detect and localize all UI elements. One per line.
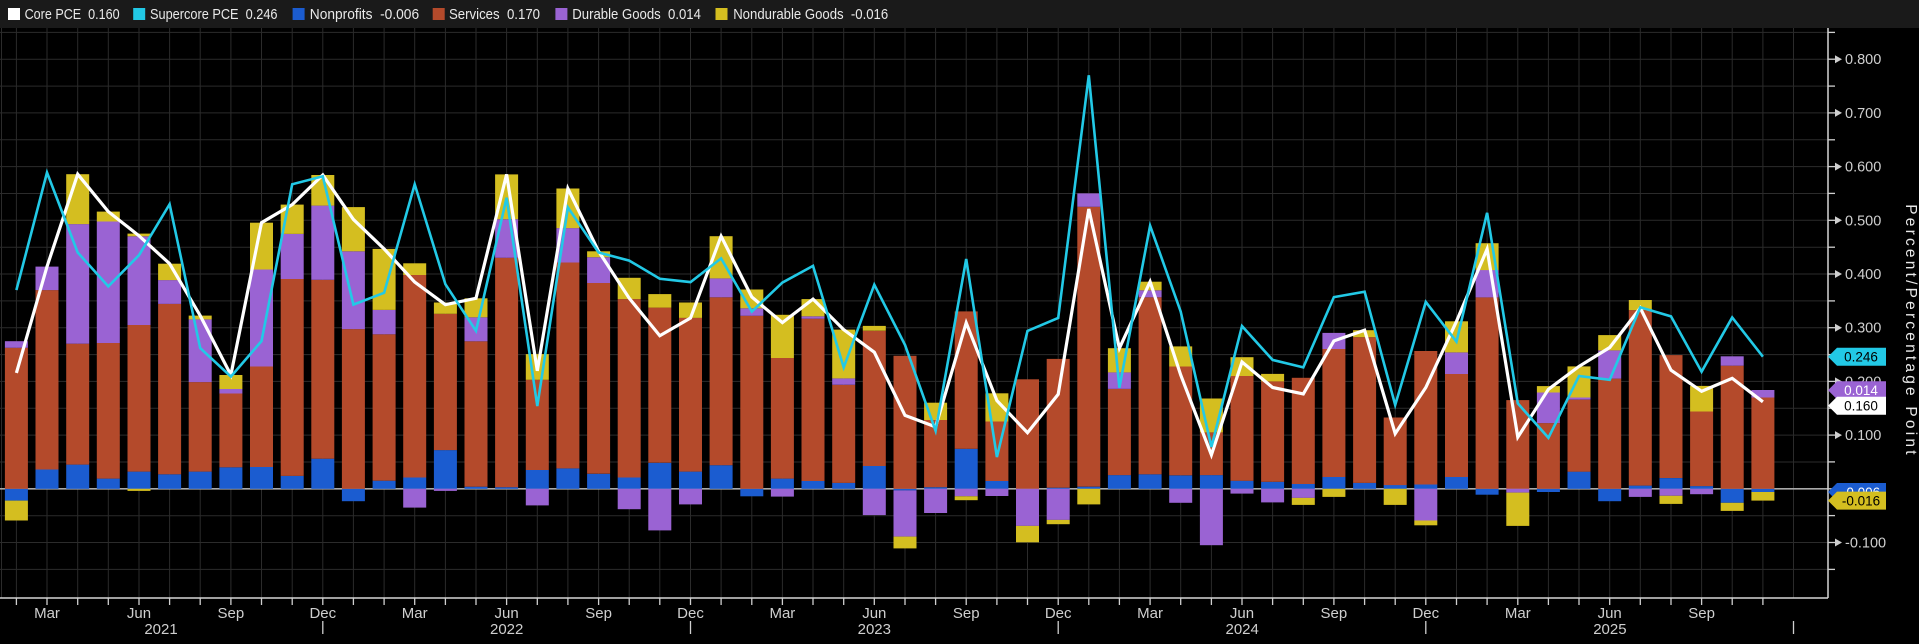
svg-text:Nonprofits -0.006: Nonprofits -0.006 — [310, 6, 419, 23]
svg-text:Mar: Mar — [1137, 605, 1163, 622]
svg-text:0.800: 0.800 — [1845, 52, 1881, 68]
svg-text:Jun: Jun — [862, 605, 886, 622]
svg-text:Jun: Jun — [1598, 605, 1622, 622]
svg-text:Sep: Sep — [1688, 605, 1715, 622]
svg-text:2024: 2024 — [1226, 621, 1259, 638]
svg-text:Durable Goods 0.014: Durable Goods 0.014 — [572, 6, 701, 23]
svg-text:-0.100: -0.100 — [1845, 536, 1886, 552]
svg-text:Mar: Mar — [402, 605, 428, 622]
svg-text:Mar: Mar — [34, 605, 60, 622]
svg-text:Nondurable Goods -0.016: Nondurable Goods -0.016 — [733, 6, 888, 23]
svg-text:Sep: Sep — [585, 605, 612, 622]
svg-text:Mar: Mar — [1505, 605, 1531, 622]
svg-text:Mar: Mar — [769, 605, 795, 622]
svg-text:Dec: Dec — [1045, 605, 1072, 622]
svg-text:Services 0.170: Services 0.170 — [449, 6, 540, 23]
svg-text:Dec: Dec — [1412, 605, 1439, 622]
svg-text:0.700: 0.700 — [1845, 106, 1881, 122]
svg-text:0.500: 0.500 — [1845, 213, 1881, 229]
svg-text:0.600: 0.600 — [1845, 160, 1881, 176]
svg-text:Sep: Sep — [1321, 605, 1348, 622]
svg-text:Dec: Dec — [309, 605, 336, 622]
svg-text:0.246: 0.246 — [1844, 350, 1878, 365]
svg-text:Sep: Sep — [218, 605, 245, 622]
svg-text:Percent/Percentage Point: Percent/Percentage Point — [1902, 204, 1919, 457]
svg-text:Supercore PCE 0.246: Supercore PCE 0.246 — [150, 6, 278, 23]
svg-text:Jun: Jun — [495, 605, 519, 622]
svg-text:0.300: 0.300 — [1845, 321, 1881, 337]
svg-text:0.400: 0.400 — [1845, 267, 1881, 283]
svg-text:2025: 2025 — [1593, 621, 1626, 638]
svg-text:0.100: 0.100 — [1845, 428, 1881, 444]
svg-text:2023: 2023 — [858, 621, 891, 638]
svg-text:Jun: Jun — [127, 605, 151, 622]
svg-text:Jun: Jun — [1230, 605, 1254, 622]
svg-text:0.160: 0.160 — [1844, 399, 1878, 414]
svg-text:2021: 2021 — [144, 621, 177, 638]
svg-text:Dec: Dec — [677, 605, 704, 622]
svg-text:-0.016: -0.016 — [1842, 493, 1880, 508]
svg-text:2022: 2022 — [490, 621, 523, 638]
svg-text:Sep: Sep — [953, 605, 980, 622]
svg-text:0.014: 0.014 — [1844, 383, 1878, 398]
svg-text:Core PCE 0.160: Core PCE 0.160 — [25, 6, 120, 23]
